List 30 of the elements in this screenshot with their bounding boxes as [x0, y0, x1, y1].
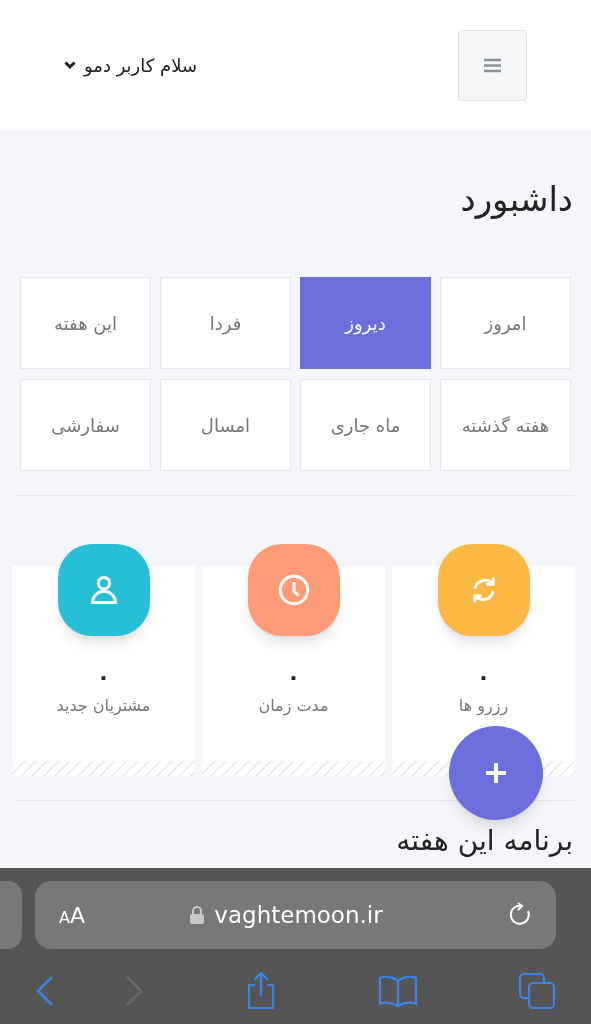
period-tab[interactable]: ماه جاری — [300, 379, 431, 471]
period-tab[interactable]: هفته گذشته — [440, 379, 571, 471]
period-tab[interactable]: سفارشی — [20, 379, 151, 471]
menu-button[interactable] — [458, 29, 527, 101]
reload-icon[interactable] — [508, 902, 532, 928]
user-menu[interactable]: سلام کاربر دمو — [84, 51, 198, 79]
back-icon[interactable] — [36, 975, 54, 1007]
stat-label: مشتریان جدید — [55, 695, 152, 717]
stat-label: رزرو ها — [457, 695, 510, 718]
stat-label: مدت زمان — [257, 695, 330, 718]
clock-icon — [277, 574, 310, 606]
period-tab[interactable]: دیروز — [300, 277, 431, 369]
menu-icon — [484, 57, 501, 73]
page-title: داشبورد — [459, 178, 574, 221]
lock-icon — [190, 906, 205, 924]
period-tab[interactable]: فردا — [160, 277, 291, 369]
stat-value: ۰ — [95, 663, 112, 691]
stat-value: ۰ — [475, 663, 492, 691]
section-title: برنامه این هفته — [395, 823, 574, 859]
plus-icon — [485, 762, 507, 784]
period-tab[interactable]: امسال — [160, 379, 291, 471]
stat-value: ۰ — [285, 663, 302, 691]
period-tab[interactable]: امروز — [440, 277, 571, 369]
address-bar[interactable]: AA vaghtemoon.ir — [35, 881, 556, 949]
text-size-button[interactable]: AA — [59, 898, 85, 932]
book-icon[interactable] — [377, 975, 418, 1007]
period-tab[interactable]: این هفته — [20, 277, 151, 369]
url-text: vaghtemoon.ir — [214, 900, 383, 930]
chevron-down-icon[interactable] — [64, 60, 76, 70]
tabs-icon[interactable] — [519, 973, 555, 1009]
